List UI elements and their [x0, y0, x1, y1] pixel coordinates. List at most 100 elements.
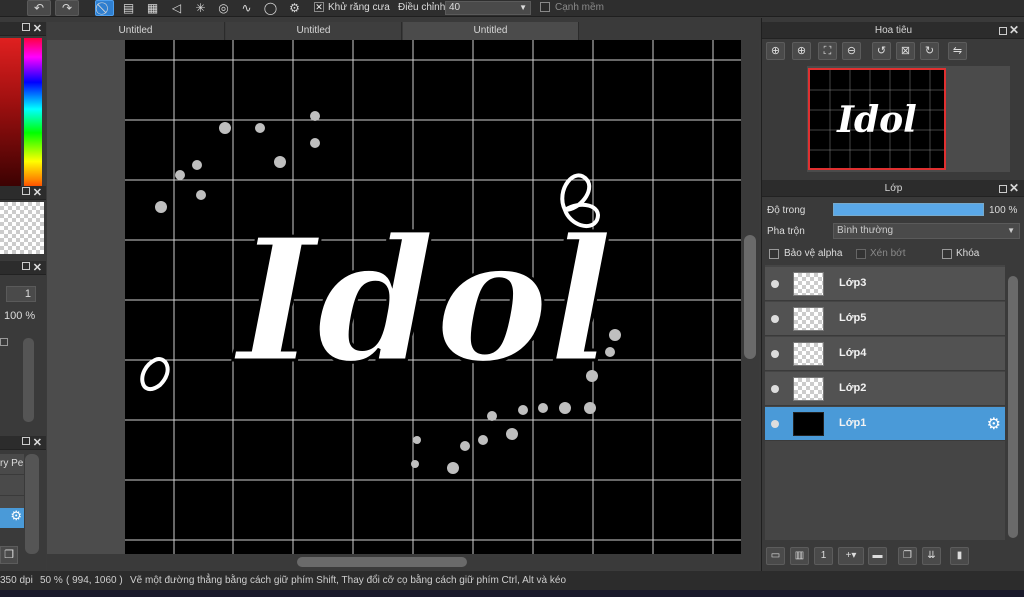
app-window: ↶ ↷ ⃠ ▤ ▦ ◁ ✳ ◎ ∿ ◯ ⚙ ✕ Khử răng cưa Điề…: [0, 0, 1024, 597]
blend-mode-select[interactable]: Bình thường ▼: [833, 223, 1020, 239]
blend-label: Pha trộn: [767, 226, 805, 237]
lock-checkbox[interactable]: [942, 249, 952, 259]
close-icon[interactable]: ✕: [1009, 180, 1019, 197]
layer-row[interactable]: Lớp5: [765, 302, 1005, 336]
zoom-in-2-button[interactable]: ⊕: [792, 42, 811, 60]
antialias-checkbox[interactable]: ✕: [314, 2, 324, 12]
drawing-canvas[interactable]: Idol: [125, 40, 741, 554]
delete-layer-button[interactable]: ▮: [950, 547, 969, 565]
popout-icon[interactable]: [22, 23, 30, 31]
clipping-checkbox[interactable]: [856, 249, 866, 259]
flip-button[interactable]: ⇋: [948, 42, 967, 60]
tab-untitled-1[interactable]: Untitled: [47, 22, 225, 40]
radial-ruler-button[interactable]: ✳: [191, 0, 210, 16]
canvas-artwork: Idol: [125, 40, 741, 554]
ellipse-ruler-button[interactable]: ◯: [261, 0, 280, 16]
visibility-icon[interactable]: [771, 420, 779, 428]
ruler-off-button[interactable]: ⃠: [95, 0, 114, 16]
curve-ruler-button[interactable]: ∿: [237, 0, 256, 16]
concentric-ruler-button[interactable]: ◎: [214, 0, 233, 16]
new-layer-button[interactable]: ▭: [766, 547, 785, 565]
new-halftone-layer-button[interactable]: ▥: [790, 547, 809, 565]
layer-toolbar: ▭ ▥ 1 +▾ ▬ ❐ ⇊ ▮: [762, 545, 1024, 567]
tab-untitled-2[interactable]: Untitled: [226, 22, 402, 40]
canvas-horizontal-scrollbar[interactable]: [47, 554, 759, 570]
close-icon[interactable]: ✕: [33, 22, 42, 35]
protect-alpha-checkbox[interactable]: [769, 249, 779, 259]
zoom-in-button[interactable]: ⊕: [766, 42, 785, 60]
perspective-ruler-button[interactable]: ◁: [167, 0, 186, 16]
perspective-icon: ◁: [171, 1, 182, 15]
status-hint: Vẽ một đường thẳng bằng cách giữ phím Sh…: [130, 575, 567, 586]
scroll-thumb[interactable]: [744, 235, 756, 359]
brush-list-item[interactable]: [0, 475, 24, 495]
close-icon[interactable]: ✕: [33, 436, 42, 449]
brush-list-item[interactable]: [0, 496, 24, 508]
close-icon[interactable]: ✕: [1009, 22, 1019, 39]
correction-label: Điều chỉnh: [398, 2, 446, 13]
visibility-icon[interactable]: [771, 280, 779, 288]
popout-icon[interactable]: [22, 262, 30, 270]
scroll-thumb[interactable]: [1008, 276, 1018, 538]
ruler-settings-button[interactable]: ⚙: [285, 0, 304, 16]
undo-button[interactable]: ↶: [27, 0, 51, 16]
close-icon[interactable]: ✕: [33, 261, 42, 274]
layer-row-selected[interactable]: Lớp1 ⚙: [765, 407, 1005, 441]
rotate-right-button[interactable]: ↻: [920, 42, 939, 60]
rotate-left-button[interactable]: ↺: [872, 42, 891, 60]
brush-size-field[interactable]: 1: [6, 286, 36, 302]
gear-icon: ⚙: [289, 1, 300, 15]
close-icon[interactable]: ✕: [33, 186, 42, 199]
new-folder-button[interactable]: ▬: [868, 547, 887, 565]
popout-icon[interactable]: [999, 185, 1007, 193]
navigator-preview[interactable]: Idol: [808, 68, 946, 170]
brush-list-scrollbar[interactable]: [25, 454, 39, 554]
visibility-icon[interactable]: [771, 315, 779, 323]
color-saturation-box[interactable]: [0, 38, 21, 196]
grid-ruler-button[interactable]: ▦: [143, 0, 162, 16]
layer-name: Lớp2: [839, 382, 867, 394]
redo-button[interactable]: ↷: [55, 0, 79, 16]
popout-icon[interactable]: [999, 27, 1007, 35]
gear-icon[interactable]: ⚙: [987, 414, 1001, 434]
brush-list-item-selected[interactable]: ⚙: [0, 508, 24, 528]
concentric-icon: ◎: [218, 1, 229, 15]
new-1bit-layer-button[interactable]: 1: [814, 547, 833, 565]
brush-list-item[interactable]: ry Pe: [0, 454, 24, 474]
add-dropdown-icon: +▾: [845, 550, 857, 561]
layer-row[interactable]: Lớp2: [765, 372, 1005, 406]
zoom-out-button[interactable]: ⊖: [842, 42, 861, 60]
brush-size-panel-header: ✕: [0, 261, 46, 275]
add-layer-menu-button[interactable]: +▾: [838, 547, 864, 565]
layer-thumbnail: [793, 342, 824, 366]
canvas-area[interactable]: Idol: [47, 40, 741, 554]
gear-icon: ⚙: [10, 508, 22, 523]
canvas-vertical-scrollbar[interactable]: [741, 40, 759, 554]
fit-screen-button[interactable]: ⛶: [818, 42, 837, 60]
soft-edge-checkbox[interactable]: [540, 2, 550, 12]
opacity-slider[interactable]: [833, 203, 984, 216]
layer-list-scrollbar[interactable]: [1006, 274, 1020, 544]
brush-option-checkbox[interactable]: [0, 338, 8, 346]
parallel-ruler-button[interactable]: ▤: [119, 0, 138, 16]
correction-select[interactable]: 40 ▼: [445, 1, 531, 15]
popout-icon[interactable]: [22, 187, 30, 195]
duplicate-layer-button[interactable]: ❐: [898, 547, 917, 565]
reset-view-button[interactable]: ⊠: [896, 42, 915, 60]
layer-row[interactable]: Lớp3: [765, 267, 1005, 301]
visibility-icon[interactable]: [771, 350, 779, 358]
tab-untitled-3[interactable]: Untitled: [403, 22, 579, 40]
protect-alpha-label: Bảo vệ alpha: [784, 248, 843, 259]
scroll-thumb[interactable]: [297, 557, 467, 567]
layer-row[interactable]: Lớp4: [765, 337, 1005, 371]
reset-icon: ⊠: [900, 45, 911, 57]
brush-panel-scrollbar[interactable]: [23, 338, 34, 422]
toolbar: ↶ ↷ ⃠ ▤ ▦ ◁ ✳ ◎ ∿ ◯ ⚙ ✕ Khử răng cưa Điề…: [0, 0, 1024, 17]
merge-layer-button[interactable]: ⇊: [922, 547, 941, 565]
antialias-label: Khử răng cưa: [328, 2, 390, 13]
duplicate-brush-button[interactable]: ❐: [0, 546, 18, 564]
popout-icon[interactable]: [22, 437, 30, 445]
hue-slider[interactable]: [24, 38, 42, 196]
coords-readout: ( 994, 1060 ): [66, 575, 123, 586]
visibility-icon[interactable]: [771, 385, 779, 393]
